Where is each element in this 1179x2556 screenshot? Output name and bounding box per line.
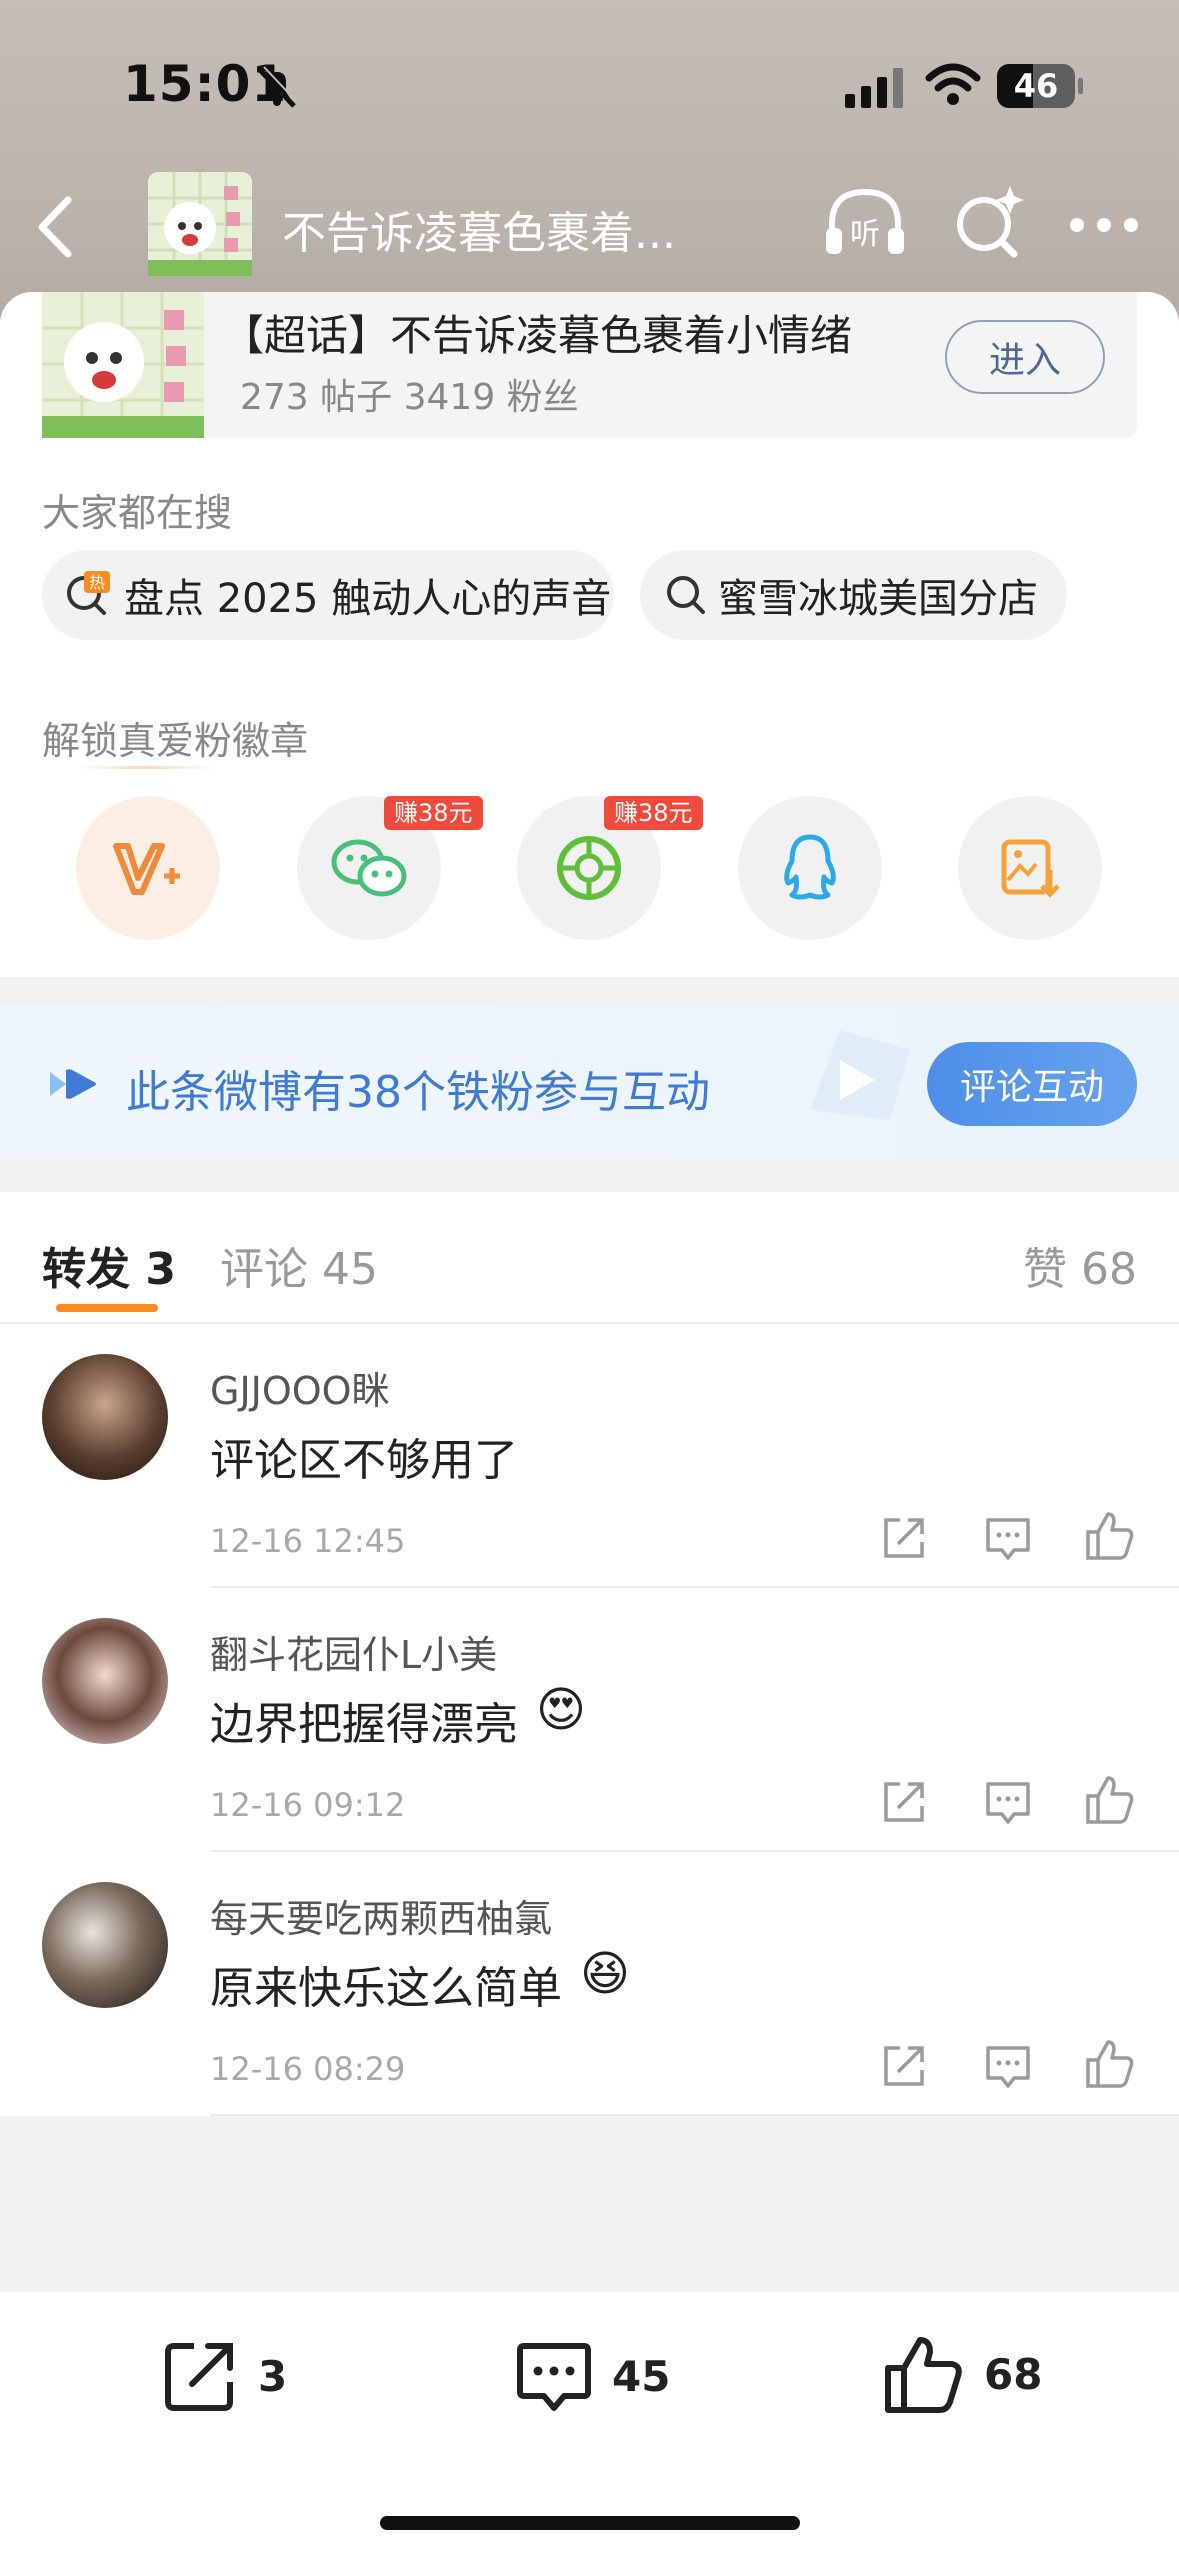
moments-icon <box>557 836 621 900</box>
avatar[interactable] <box>42 1354 168 1480</box>
bottom-comment-button[interactable]: 45 <box>514 2336 670 2416</box>
comment-time: 12-16 09:12 <box>210 1786 406 1824</box>
comment-count: 45 <box>612 2351 671 2401</box>
repost-icon <box>165 2343 233 2411</box>
topic-stats: 273 帖子 3419 粉丝 <box>240 377 579 418</box>
home-indicator <box>380 2516 800 2530</box>
like-icon <box>885 2337 962 2413</box>
ai-search-icon[interactable] <box>950 182 1030 266</box>
like-icon[interactable] <box>1084 2038 1136 2090</box>
comment-username[interactable]: 翻斗花园仆L小美 <box>210 1624 497 1679</box>
bottom-like-button[interactable]: 68 <box>882 2332 1042 2416</box>
comment-icon <box>517 2343 591 2411</box>
comment-interact-button[interactable]: 评论互动 <box>927 1042 1137 1126</box>
search-chip-2[interactable]: 蜜雪冰城美国分店 <box>640 550 1067 640</box>
repost-icon[interactable] <box>880 1514 928 1562</box>
badge-section-label: 解锁真爱粉徽章 <box>42 719 309 763</box>
topic-cover-image <box>42 292 204 438</box>
wifi-icon <box>925 63 981 105</box>
hot-search-icon: 热 <box>67 571 110 615</box>
comment-emoji: 😆 <box>580 1946 631 2002</box>
comment-time: 12-16 08:29 <box>210 2050 406 2088</box>
battery-level: 46 <box>1013 67 1059 105</box>
comment-text: 评论区不够用了 <box>210 1435 518 1486</box>
like-count: 68 <box>984 2349 1043 2399</box>
comment-username[interactable]: GJJOOO眯 <box>210 1360 390 1415</box>
repost-icon[interactable] <box>880 2042 928 2090</box>
search-chip-2-text: 蜜雪冰城美国分店 <box>718 576 1038 622</box>
like-icon[interactable] <box>1084 1510 1136 1562</box>
search-icon <box>667 576 705 614</box>
tab-comments[interactable]: 评论 45 <box>220 1233 378 1297</box>
tab-repost[interactable]: 转发 3 <box>42 1233 176 1297</box>
battery-icon: 46 <box>997 64 1075 108</box>
avatar[interactable] <box>42 1618 168 1744</box>
mute-bell-icon <box>258 66 299 108</box>
battery-tip <box>1078 78 1083 94</box>
comment-time: 12-16 12:45 <box>210 1522 406 1560</box>
signal-icon <box>845 68 903 108</box>
search-section-label: 大家都在搜 <box>42 491 233 535</box>
avatar[interactable] <box>42 1882 168 2008</box>
reply-icon[interactable] <box>984 2042 1032 2090</box>
moments-reward-badge: 赚38元 <box>604 796 703 830</box>
svg-text:热: 热 <box>89 573 105 592</box>
nav-title: 不告诉凌暮色裹着... <box>282 208 676 259</box>
listen-icon[interactable]: 听 <box>820 180 910 270</box>
banner-text: 此条微博有38个铁粉参与互动 <box>126 1067 710 1118</box>
qq-icon <box>784 834 836 900</box>
comment-username[interactable]: 每天要吃两颗西柚氯 <box>210 1888 552 1943</box>
topic-title: 【超话】不告诉凌暮色裹着小情绪 <box>222 311 853 360</box>
badge-indicator <box>76 766 216 769</box>
bottom-repost-button[interactable]: 3 <box>160 2336 287 2416</box>
comment-divider <box>210 1586 1179 1588</box>
wechat-icon <box>331 839 407 897</box>
comment-text: 边界把握得漂亮 <box>210 1699 518 1750</box>
like-icon[interactable] <box>1084 1774 1136 1826</box>
reply-icon[interactable] <box>984 1778 1032 1826</box>
share-qq-button[interactable] <box>738 796 882 940</box>
more-icon[interactable] <box>1068 210 1140 240</box>
svg-text:听: 听 <box>850 217 880 252</box>
tab-likes[interactable]: 赞 68 <box>1023 1233 1137 1297</box>
vplus-icon <box>113 843 180 895</box>
wechat-reward-badge: 赚38元 <box>384 796 483 830</box>
tabs-divider <box>0 1322 1179 1324</box>
banner-decoration <box>810 1030 910 1120</box>
save-image-icon <box>1001 839 1060 898</box>
play-arrow-icon <box>50 1069 96 1099</box>
search-chip-1-text: 盘点 2025 触动人心的声音 <box>124 576 612 622</box>
repost-icon[interactable] <box>880 1778 928 1826</box>
share-vplus-button[interactable] <box>76 796 220 940</box>
comment-divider <box>210 1850 1179 1852</box>
enter-topic-button[interactable]: 进入 <box>945 320 1105 394</box>
tab-active-indicator <box>56 1304 158 1312</box>
reply-icon[interactable] <box>984 1514 1032 1562</box>
topic-avatar[interactable] <box>148 172 252 276</box>
save-image-button[interactable] <box>958 796 1102 940</box>
comment-text: 原来快乐这么简单 <box>210 1963 562 2014</box>
comment-divider <box>210 2114 1179 2116</box>
back-icon[interactable] <box>30 192 80 262</box>
search-chip-1[interactable]: 热 盘点 2025 触动人心的声音 <box>42 550 614 640</box>
repost-count: 3 <box>258 2351 288 2401</box>
comment-emoji: 😍 <box>536 1682 587 1738</box>
